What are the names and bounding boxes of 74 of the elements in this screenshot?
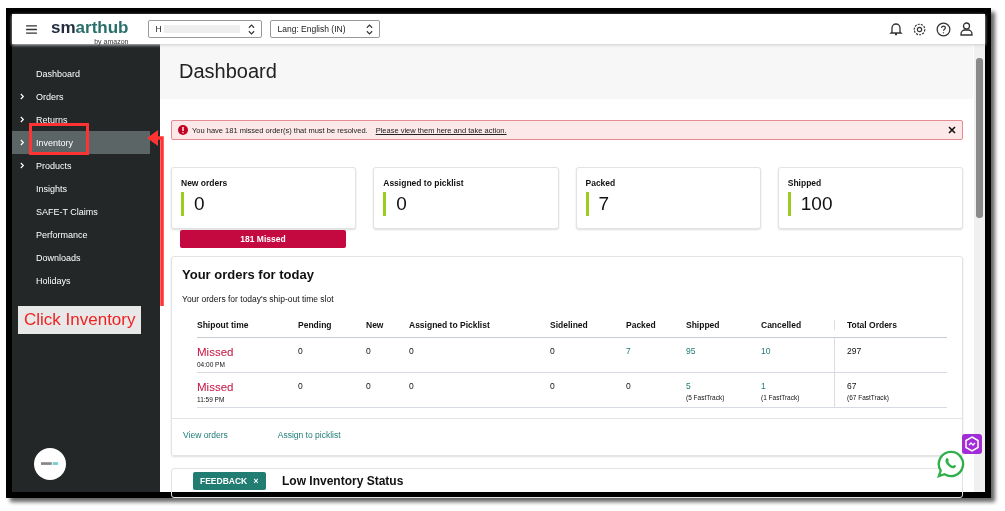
error-icon: [178, 125, 188, 135]
stat-card[interactable]: Assigned to picklist 0: [373, 167, 559, 229]
language-select[interactable]: Lang: English (IN): [270, 20, 381, 38]
sidebar-item[interactable]: Performance: [12, 223, 150, 246]
sidebar-item[interactable]: Insights: [12, 177, 150, 200]
sidebar-item[interactable]: Products: [12, 154, 150, 177]
scrollbar[interactable]: [974, 44, 985, 492]
highlight-box: [29, 123, 89, 155]
sort-arrows-icon: [366, 23, 374, 35]
feedback-button[interactable]: FEEDBACK ×: [193, 472, 266, 490]
column-header: Shipped: [686, 320, 721, 330]
sidebar-item[interactable]: Returns: [12, 108, 150, 131]
stat-value: 0: [194, 193, 205, 215]
table-cell-text: 0: [298, 381, 304, 391]
stat-value: 0: [396, 193, 407, 215]
settings-icon[interactable]: [912, 21, 927, 37]
count-link[interactable]: 1: [761, 381, 834, 391]
table-cell-text: 0: [298, 346, 304, 356]
table-cell-text: 0: [366, 381, 372, 391]
column-header: Cancelled: [761, 320, 803, 330]
stat-label: Assigned to picklist: [383, 178, 465, 188]
missed-bar[interactable]: 181 Missed: [180, 230, 346, 248]
sidebar-item[interactable]: Orders: [12, 85, 150, 108]
stat-card[interactable]: Shipped 100: [777, 167, 963, 229]
count-link[interactable]: 7: [626, 346, 686, 356]
stat-card[interactable]: Packed 7: [575, 167, 761, 229]
store-select[interactable]: H: [148, 20, 263, 38]
table-cell-text: 0: [550, 381, 556, 391]
count-link[interactable]: 95: [686, 346, 761, 356]
table-cell-text: 0: [409, 346, 415, 356]
column-header: Pending: [298, 320, 333, 330]
stat-value: 100: [800, 193, 833, 215]
close-icon[interactable]: [948, 126, 956, 134]
status-text: Missed: [197, 381, 235, 393]
table-cell-text: 0: [366, 346, 372, 356]
sort-arrows-icon: [248, 23, 256, 35]
footer-link[interactable]: Assign to picklist: [277, 430, 341, 440]
table-cell-text: 297: [847, 346, 863, 356]
help-icon[interactable]: [936, 21, 951, 37]
column-header: Assigned to Picklist: [409, 320, 491, 330]
card-subtitle: Your orders for today's ship-out time slot: [182, 294, 335, 304]
sidebar-item[interactable]: Dashboard: [12, 62, 150, 85]
column-header: Total Orders: [834, 320, 947, 330]
card-title: Low Inventory Status: [282, 474, 405, 488]
stat-card[interactable]: New orders 0: [171, 167, 357, 229]
bell-icon[interactable]: [889, 22, 903, 36]
stat-label: Shipped: [787, 178, 823, 188]
sidebar-item[interactable]: Inventory: [12, 131, 150, 154]
widget-icon[interactable]: [962, 434, 982, 454]
column-header: Packed: [626, 320, 657, 330]
count-link[interactable]: 10: [761, 346, 834, 356]
footer-link[interactable]: View orders: [183, 430, 228, 440]
annotation-label: Click Inventory: [18, 306, 142, 334]
logo-badge[interactable]: [34, 448, 66, 480]
stat-label: Packed: [585, 178, 617, 188]
sidebar-item[interactable]: SAFE-T Claims: [12, 200, 150, 223]
card-title: Your orders for today: [182, 267, 315, 282]
count-link[interactable]: 5: [686, 381, 761, 391]
stat-value: 7: [598, 193, 610, 215]
sidebar-item[interactable]: Holidays: [12, 269, 150, 292]
column-header: Sidelined: [550, 320, 589, 330]
table-cell-text: 0: [626, 381, 632, 391]
column-header: New: [366, 320, 385, 330]
column-header: Shipout time: [197, 320, 250, 330]
user-icon[interactable]: [960, 22, 973, 36]
sidebar-item[interactable]: Downloads: [12, 246, 150, 269]
status-text: Missed: [197, 346, 235, 358]
chat-icon[interactable]: [937, 450, 965, 478]
table-cell-text: 67: [847, 381, 858, 391]
menu-icon[interactable]: [26, 24, 37, 34]
page-title: Dashboard: [179, 60, 277, 83]
table-cell-text: 0: [550, 346, 556, 356]
stat-label: New orders: [181, 178, 229, 188]
table-cell-text: 0: [409, 381, 415, 391]
